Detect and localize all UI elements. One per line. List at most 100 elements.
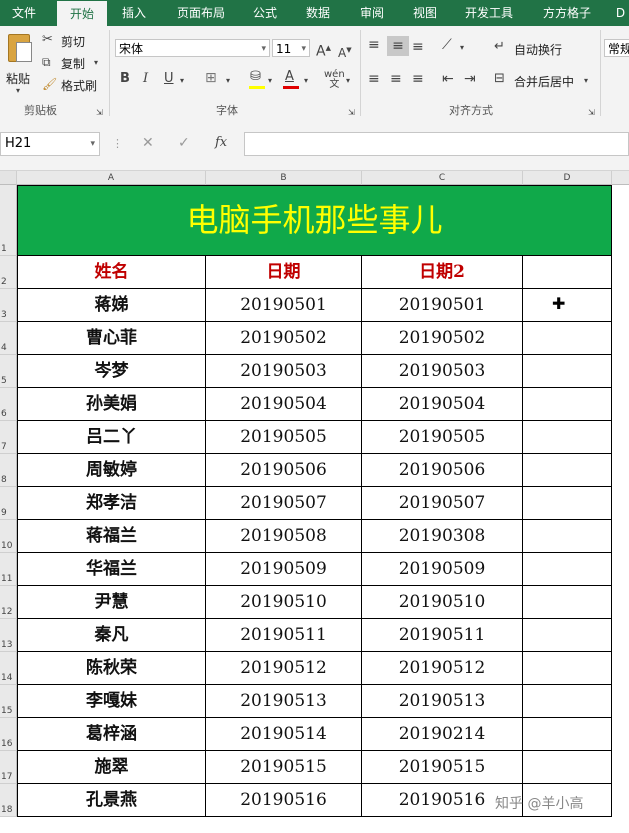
tab-fangfang[interactable]: 方方格子 [534,0,600,26]
name-cell[interactable]: 李嘎妹 [17,685,206,718]
name-cell[interactable]: 岑梦 [17,355,206,388]
empty-cell[interactable] [523,685,612,718]
format-painter-button[interactable]: 🖌 格式刷 [42,76,104,94]
empty-cell[interactable] [523,520,612,553]
date-cell[interactable]: 20190512 [206,652,362,685]
date-cell[interactable]: 20190503 [206,355,362,388]
date2-cell[interactable]: 20190505 [362,421,523,454]
column-header-d[interactable]: D [523,171,612,185]
name-cell[interactable]: 尹慧 [17,586,206,619]
column-header-c[interactable]: C [362,171,523,185]
tab-file[interactable]: 文件 [0,0,48,26]
row-header[interactable]: 6 [0,388,17,421]
empty-cell[interactable] [523,586,612,619]
empty-cell[interactable] [523,289,612,322]
row-header[interactable]: 14 [0,652,17,685]
row-header[interactable]: 7 [0,421,17,454]
empty-cell[interactable] [523,652,612,685]
cancel-icon[interactable]: ✕ [142,136,154,150]
underline-button[interactable]: U [164,72,174,86]
insert-function-button[interactable]: fx [215,136,227,150]
header-cell[interactable] [523,256,612,289]
column-header-b[interactable]: B [206,171,362,185]
chevron-down-icon[interactable]: ▾ [180,74,184,88]
date2-cell[interactable]: 20190512 [362,652,523,685]
date2-cell[interactable]: 20190501 [362,289,523,322]
date2-cell[interactable]: 20190511 [362,619,523,652]
sheet-title-cell[interactable]: 电脑手机那些事儿 [17,185,612,256]
font-name-select[interactable]: 宋体 ▾ [115,39,270,57]
bold-button[interactable]: B [120,72,130,86]
name-cell[interactable]: 郑孝洁 [17,487,206,520]
border-icon[interactable]: ⊞ [205,71,217,85]
align-left-icon[interactable]: ≡ [368,72,380,86]
empty-cell[interactable] [523,751,612,784]
formula-input[interactable] [244,132,629,156]
date2-cell[interactable]: 20190502 [362,322,523,355]
tab-view[interactable]: 视图 [405,0,445,26]
empty-cell[interactable] [523,718,612,751]
date2-cell[interactable]: 20190513 [362,685,523,718]
decrease-indent-icon[interactable]: ⇤ [442,72,454,86]
phonetic-icon[interactable]: wén 文 [324,70,345,90]
dialog-launcher-icon[interactable]: ⇲ [348,106,355,120]
date2-cell[interactable]: 20190504 [362,388,523,421]
date-cell[interactable]: 20190505 [206,421,362,454]
name-cell[interactable]: 蒋娣 [17,289,206,322]
row-header[interactable]: 16 [0,718,17,751]
align-bottom-icon[interactable]: ≡ [412,40,424,54]
row-header[interactable]: 12 [0,586,17,619]
date-cell[interactable]: 20190510 [206,586,362,619]
tab-home[interactable]: 开始 [57,1,107,26]
empty-cell[interactable] [523,322,612,355]
increase-font-icon[interactable]: A▲ [316,41,331,59]
row-header[interactable]: 17 [0,751,17,784]
header-cell[interactable]: 姓名 [17,256,206,289]
dialog-launcher-icon[interactable]: ⇲ [588,106,595,120]
name-cell[interactable]: 陈秋荣 [17,652,206,685]
name-cell[interactable]: 孙美娟 [17,388,206,421]
date-cell[interactable]: 20190502 [206,322,362,355]
date-cell[interactable]: 20190509 [206,553,362,586]
row-header[interactable]: 18 [0,784,17,817]
name-box[interactable]: H21 ▾ [0,132,100,156]
font-color-button[interactable]: A [282,70,300,90]
row-header[interactable]: 2 [0,256,17,289]
date2-cell[interactable]: 20190214 [362,718,523,751]
row-header[interactable]: 4 [0,322,17,355]
date-cell[interactable]: 20190504 [206,388,362,421]
name-cell[interactable]: 葛梓涵 [17,718,206,751]
name-cell[interactable]: 华福兰 [17,553,206,586]
merge-center-button[interactable]: ⊟ 合并后居中 ▾ [494,70,594,90]
row-header[interactable]: 5 [0,355,17,388]
empty-cell[interactable] [523,487,612,520]
dialog-launcher-icon[interactable]: ⇲ [96,106,103,120]
name-cell[interactable]: 周敏婷 [17,454,206,487]
align-middle-icon[interactable]: ≡ [387,36,409,56]
tab-page-layout[interactable]: 页面布局 [166,0,236,26]
row-header[interactable]: 3 [0,289,17,322]
orientation-icon[interactable]: ⟋ [442,38,452,52]
date-cell[interactable]: 20190508 [206,520,362,553]
empty-cell[interactable] [523,355,612,388]
date2-cell[interactable]: 20190308 [362,520,523,553]
name-cell[interactable]: 施翠 [17,751,206,784]
number-format-select[interactable]: 常规 [604,39,629,57]
row-header[interactable]: 9 [0,487,17,520]
row-header[interactable]: 10 [0,520,17,553]
date2-cell[interactable]: 20190515 [362,751,523,784]
date-cell[interactable]: 20190501 [206,289,362,322]
name-cell[interactable]: 吕二丫 [17,421,206,454]
tab-more[interactable]: D [612,0,629,26]
copy-button[interactable]: ⧉ 复制 ▾ [42,54,104,72]
tab-data[interactable]: 数据 [298,0,338,26]
empty-cell[interactable] [523,388,612,421]
chevron-down-icon[interactable]: ▾ [304,74,308,88]
name-cell[interactable]: 孔景燕 [17,784,206,817]
tab-developer[interactable]: 开发工具 [456,0,522,26]
date-cell[interactable]: 20190516 [206,784,362,817]
column-header-a[interactable]: A [17,171,206,185]
header-cell[interactable]: 日期2 [362,256,523,289]
align-top-icon[interactable]: ≡ [368,38,380,52]
align-right-icon[interactable]: ≡ [412,72,424,86]
